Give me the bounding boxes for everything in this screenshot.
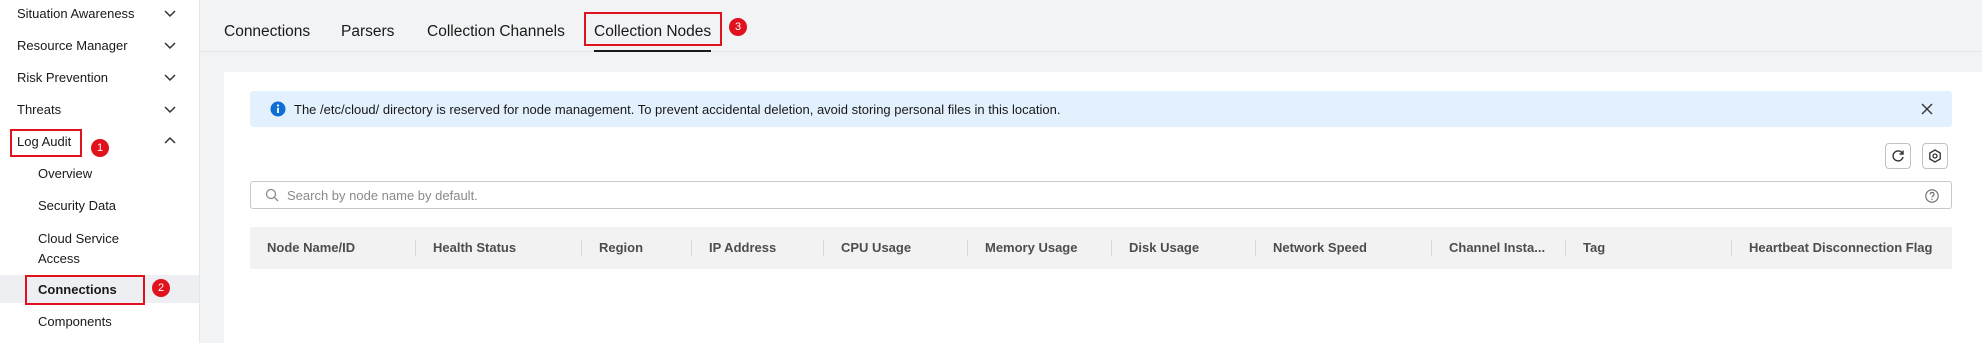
column-header-region[interactable]: Region bbox=[599, 227, 643, 269]
annotation-box-connections bbox=[25, 275, 145, 305]
annotation-badge-1: 1 bbox=[91, 139, 109, 157]
column-divider[interactable] bbox=[691, 240, 692, 256]
settings-button[interactable] bbox=[1922, 143, 1948, 169]
alert-message: The /etc/cloud/ directory is reserved fo… bbox=[294, 102, 1061, 117]
sidebar-item-label: Situation Awareness bbox=[17, 5, 135, 21]
column-header-cpu-usage[interactable]: CPU Usage bbox=[841, 227, 911, 269]
tab-bar: Connections Parsers Collection Channels … bbox=[200, 0, 1982, 52]
sidebar-subitem-security-data[interactable]: Security Data bbox=[0, 189, 199, 221]
column-header-node-name[interactable]: Node Name/ID bbox=[267, 227, 355, 269]
column-divider[interactable] bbox=[1431, 240, 1432, 256]
column-divider[interactable] bbox=[1565, 240, 1566, 256]
sidebar-subitem-label-line1: Cloud Service bbox=[38, 231, 119, 246]
tab-label: Connections bbox=[224, 23, 311, 40]
refresh-button[interactable] bbox=[1885, 143, 1911, 169]
tab-label: Collection Channels bbox=[427, 23, 565, 40]
column-header-disk-usage[interactable]: Disk Usage bbox=[1129, 227, 1199, 269]
tab-collection-channels[interactable]: Collection Channels bbox=[427, 0, 565, 52]
chevron-down-icon bbox=[164, 10, 176, 18]
column-header-network-speed[interactable]: Network Speed bbox=[1273, 227, 1367, 269]
annotation-box-log-audit bbox=[10, 129, 82, 157]
column-divider[interactable] bbox=[415, 240, 416, 256]
search-box bbox=[250, 181, 1952, 209]
sidebar-item-resource-manager[interactable]: Resource Manager bbox=[0, 29, 199, 61]
sidebar-subitem-label: Components bbox=[38, 313, 112, 329]
info-icon bbox=[270, 101, 286, 117]
sidebar-subitem-components[interactable]: Components bbox=[0, 306, 199, 336]
refresh-icon bbox=[1892, 150, 1904, 162]
column-divider[interactable] bbox=[1255, 240, 1256, 256]
table-header: Node Name/ID Health Status Region IP Add… bbox=[250, 227, 1952, 269]
sidebar-item-label: Resource Manager bbox=[17, 37, 128, 53]
column-divider[interactable] bbox=[1111, 240, 1112, 256]
help-icon[interactable] bbox=[1925, 189, 1939, 203]
column-divider[interactable] bbox=[823, 240, 824, 256]
column-header-ip-address[interactable]: IP Address bbox=[709, 227, 776, 269]
tab-parsers[interactable]: Parsers bbox=[341, 0, 394, 52]
sidebar-subitem-label: Overview bbox=[38, 165, 93, 181]
search-icon bbox=[265, 188, 279, 202]
column-divider[interactable] bbox=[967, 240, 968, 256]
chevron-up-icon bbox=[164, 136, 176, 144]
column-header-memory-usage[interactable]: Memory Usage bbox=[985, 227, 1077, 269]
search-input[interactable] bbox=[287, 185, 1887, 205]
tab-connections[interactable]: Connections bbox=[224, 0, 310, 52]
column-divider[interactable] bbox=[1731, 240, 1732, 256]
annotation-badge-2: 2 bbox=[152, 279, 170, 297]
sidebar-subitem-label: Security Data bbox=[38, 197, 117, 213]
sidebar-item-label: Risk Prevention bbox=[17, 69, 109, 85]
annotation-badge-3: 3 bbox=[729, 18, 747, 36]
column-header-channel-instances[interactable]: Channel Insta... bbox=[1449, 227, 1545, 269]
chevron-down-icon bbox=[164, 42, 176, 50]
chevron-down-icon bbox=[164, 74, 176, 82]
sidebar-subitem-label-line2: Access bbox=[38, 251, 80, 266]
close-icon[interactable] bbox=[1920, 102, 1934, 116]
sidebar-item-threats[interactable]: Threats bbox=[0, 93, 199, 125]
tab-label: Parsers bbox=[341, 23, 395, 40]
sidebar-item-risk-prevention[interactable]: Risk Prevention bbox=[0, 61, 199, 93]
annotation-box-collection-nodes bbox=[584, 12, 722, 46]
gear-icon bbox=[1929, 149, 1941, 163]
info-alert: The /etc/cloud/ directory is reserved fo… bbox=[250, 91, 1952, 127]
chevron-down-icon bbox=[164, 106, 176, 114]
sidebar-item-situation-awareness[interactable]: Situation Awareness bbox=[0, 0, 199, 29]
sidebar-subitem-overview[interactable]: Overview bbox=[0, 157, 199, 189]
column-header-tag[interactable]: Tag bbox=[1583, 227, 1605, 269]
column-divider[interactable] bbox=[581, 240, 582, 256]
sidebar-subitem-cloud-service-access[interactable]: Cloud Service Access bbox=[0, 224, 199, 270]
column-header-health-status[interactable]: Health Status bbox=[433, 227, 516, 269]
sidebar-item-label: Threats bbox=[17, 101, 62, 117]
column-header-heartbeat-disconnection-flag[interactable]: Heartbeat Disconnection Flag bbox=[1749, 227, 1932, 269]
